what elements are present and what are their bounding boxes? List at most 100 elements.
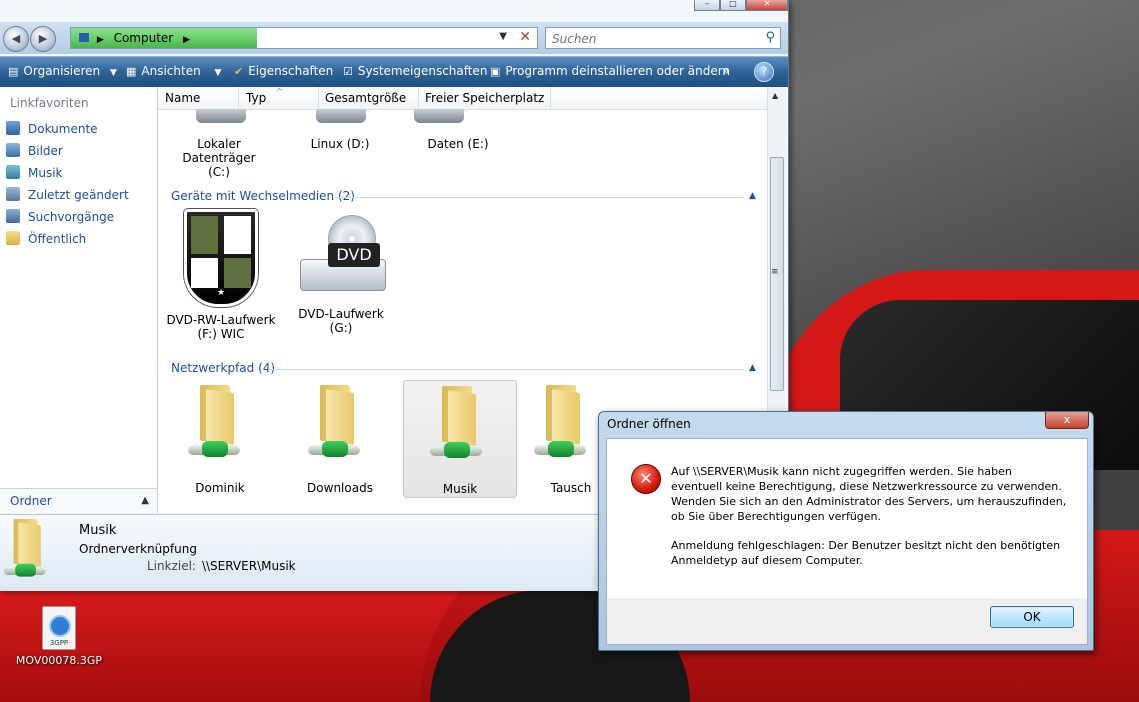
network-folder-icon [4,519,52,580]
forward-arrow-icon: ▶ [38,32,48,45]
drive-d[interactable]: Linux (D:) [290,137,390,151]
quicktime-file-icon: 3GPP [42,606,76,650]
chevron-up-icon: ▲ [141,495,149,506]
column-name[interactable]: Name [165,91,200,105]
address-text: ▶ Computer ▶ [79,31,190,45]
properties-label: Eigenschaften [248,64,334,78]
search-box[interactable]: ⚲ [545,27,781,49]
network-folder-musik[interactable]: Musik [403,380,517,498]
search-input[interactable] [550,29,754,49]
dialog-close-button[interactable]: x [1045,412,1089,429]
folder-icon [6,231,20,245]
stop-loading-icon[interactable]: ✕ [519,29,531,45]
drive-g-dvd[interactable]: DVD DVD-Laufwerk (G:) [286,209,396,335]
nav-item-zuletzt-geaendert[interactable]: Zuletzt geändert [6,187,129,202]
views-button[interactable]: ▦ Ansichten ▼ [126,64,221,78]
properties-button[interactable]: ✔ Eigenschaften [234,64,333,78]
uninstall-label: Programm deinstallieren oder ändern [505,64,731,78]
nav-item-label: Suchvorgänge [28,210,115,224]
sort-ascending-icon: ^ [276,87,283,96]
scroll-up-icon[interactable]: ▲ [772,91,778,100]
nav-item-dokumente[interactable]: Dokumente [6,121,98,136]
network-folder-dominik[interactable]: Dominik [166,383,274,495]
system-properties-label: Systemeigenschaften [357,64,488,78]
more-commands-button[interactable]: » [722,64,729,78]
scroll-grip-icon: ≡ [771,267,779,277]
breadcrumb-arrow-icon[interactable]: ▶ [183,35,190,45]
maximize-button[interactable]: □ [720,0,746,11]
nav-item-label: Zuletzt geändert [28,188,129,202]
hard-drive-icon [316,109,366,123]
dialog-body: ✕ Auf \\SERVER\Musik kann nicht zugegrif… [606,438,1088,599]
drive-label: DVD-Laufwerk (G:) [298,307,384,335]
network-folder-downloads[interactable]: Downloads [286,383,394,495]
details-target-label: Linkziel: [147,559,196,573]
collapse-group-icon[interactable]: ▲ [749,363,756,373]
drive-label: Daten (E:) [427,137,489,151]
organize-icon: ▤ [8,65,19,78]
minimize-button[interactable]: – [694,0,720,11]
drive-label: Lokaler Datenträger [182,137,256,165]
nav-item-oeffentlich[interactable]: Öffentlich [6,231,86,246]
hard-drive-icon [196,109,246,123]
forward-button[interactable]: ▶ [30,26,56,52]
hard-drive-icon [414,109,464,123]
collapse-group-icon[interactable]: ▲ [749,191,756,201]
folders-toggle[interactable]: Ordner ▲ [0,488,157,513]
nav-item-label: Dokumente [28,122,98,136]
chevron-down-icon: ▼ [214,68,222,78]
nav-item-label: Bilder [28,144,63,158]
nav-item-label: Musik [28,166,63,180]
organize-label: Organisieren [23,64,101,78]
drive-f-dvdrw[interactable]: ★ DVD-RW-Laufwerk (F:) WIC [166,209,276,341]
details-type: Ordnerverknüpfung [79,542,197,556]
network-folder-icon [308,385,368,461]
back-button[interactable]: ◀ [3,26,29,52]
nav-item-musik[interactable]: Musik [6,165,63,180]
error-message: Auf \\SERVER\Musik kann nicht zugegriffe… [671,464,1071,582]
desktop-file-mov[interactable]: 3GPP MOV00078.3GP [14,606,104,667]
drive-letter: (C:) [208,165,230,179]
nav-item-suchvorgaenge[interactable]: Suchvorgänge [6,209,114,224]
favorites-header: Linkfavoriten [10,96,89,110]
desktop-file-label: MOV00078.3GP [15,654,103,667]
drive-e[interactable]: Daten (E:) [408,137,508,151]
folder-label: Downloads [307,481,373,495]
shield-icon: ★ [184,209,258,307]
drive-label: Linux (D:) [310,137,370,151]
search-icon[interactable]: ⚲ [765,30,775,45]
nav-item-label: Öffentlich [28,232,87,246]
uninstall-program-button[interactable]: ▣ Programm deinstallieren oder ändern [490,64,730,78]
folder-label: Musik [442,482,478,496]
uninstall-icon: ▣ [490,65,501,78]
chevron-down-icon: ▼ [109,68,117,78]
column-free-space[interactable]: Freier Speicherplatz [425,91,544,105]
music-icon [6,165,20,179]
column-type[interactable]: Typ [246,91,266,105]
folders-label: Ordner [10,494,52,508]
address-dropdown-icon[interactable]: ▼ [499,31,507,42]
close-window-button[interactable]: ✕ [746,0,788,11]
error-message-access: Auf \\SERVER\Musik kann nicht zugegriffe… [671,465,1067,523]
breadcrumb-arrow-icon: ▶ [96,35,104,45]
folder-label: Dominik [195,481,245,495]
address-bar-area: ◀ ▶ ▶ Computer ▶ ▼ ✕ ⚲ [0,22,788,54]
network-folder-icon [430,386,490,462]
error-message-logon: Anmeldung fehlgeschlagen: Der Benutzer b… [671,539,1061,567]
ok-button[interactable]: OK [990,606,1074,628]
help-button[interactable]: ? [754,62,774,82]
system-properties-icon: ☑ [343,65,353,78]
nav-item-bilder[interactable]: Bilder [6,143,63,158]
address-field[interactable]: ▶ Computer ▶ ▼ ✕ [70,27,538,49]
group-header-removable[interactable]: Geräte mit Wechselmedien (2) [171,189,355,203]
breadcrumb-computer[interactable]: Computer [114,31,174,45]
organize-button[interactable]: ▤ Organisieren ▼ [8,64,117,78]
column-total-size[interactable]: Gesamtgröße [325,91,406,105]
dialog-footer: OK [606,598,1088,645]
drive-c[interactable]: Lokaler Datenträger (C:) [163,137,275,179]
search-folder-icon [6,209,20,223]
error-dialog: Ordner öffnen x ✕ Auf \\SERVER\Musik kan… [598,411,1094,651]
system-properties-button[interactable]: ☑ Systemeigenschaften [343,64,487,78]
views-icon: ▦ [126,65,137,78]
group-header-network[interactable]: Netzwerkpfad (4) [171,361,275,375]
